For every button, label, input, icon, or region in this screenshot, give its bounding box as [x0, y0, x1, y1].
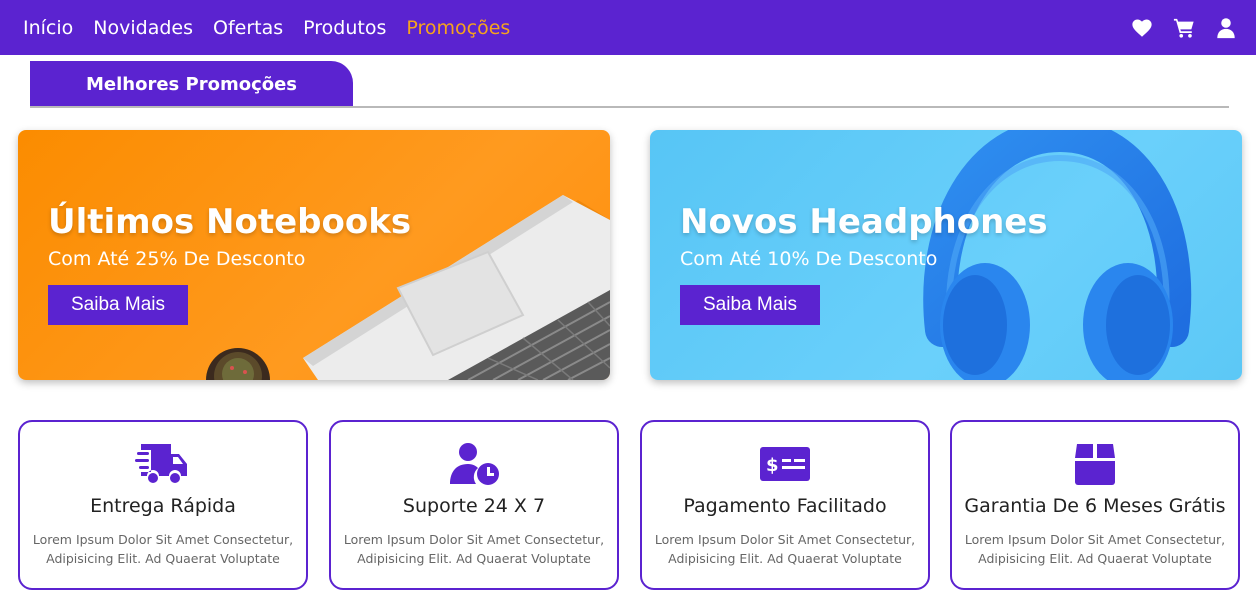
- section-divider: [30, 106, 1229, 108]
- payment-card-icon: $: [642, 442, 928, 486]
- cart-icon[interactable]: [1173, 17, 1195, 39]
- nav-link-promocoes[interactable]: Promoções: [406, 17, 510, 39]
- feature-card-entrega: Entrega Rápida Lorem Ipsum Dolor Sit Ame…: [18, 420, 308, 590]
- feature-description: Lorem Ipsum Dolor Sit Amet Consectetur, …: [32, 532, 294, 566]
- feature-title: Suporte 24 X 7: [402, 495, 546, 517]
- nav-link-produtos[interactable]: Produtos: [303, 17, 386, 39]
- feature-card-suporte: Suporte 24 X 7 Lorem Ipsum Dolor Sit Ame…: [329, 420, 619, 590]
- feature-title: Entrega Rápida: [90, 495, 236, 517]
- top-navbar: Início Novidades Ofertas Produtos Promoç…: [0, 0, 1256, 55]
- saiba-mais-button[interactable]: Saiba Mais: [680, 285, 820, 325]
- support-clock-icon: [331, 442, 617, 486]
- banner-subtitle: Com Até 25% De Desconto: [48, 248, 306, 270]
- promo-banner-notebooks: Últimos Notebooks Com Até 25% De Descont…: [18, 130, 610, 380]
- promo-banner-headphones: Novos Headphones Com Até 10% De Desconto…: [650, 130, 1242, 380]
- delivery-truck-icon: [20, 442, 306, 486]
- feature-card-garantia: Garantia De 6 Meses Grátis Lorem Ipsum D…: [950, 420, 1240, 590]
- feature-title: Garantia De 6 Meses Grátis: [964, 495, 1226, 517]
- heart-icon[interactable]: [1131, 17, 1153, 39]
- nav-link-inicio[interactable]: Início: [23, 17, 73, 39]
- feature-description: Lorem Ipsum Dolor Sit Amet Consectetur, …: [343, 532, 605, 566]
- user-icon[interactable]: [1215, 17, 1237, 39]
- feature-description: Lorem Ipsum Dolor Sit Amet Consectetur, …: [654, 532, 916, 566]
- nav-link-novidades[interactable]: Novidades: [93, 17, 193, 39]
- feature-title: Pagamento Facilitado: [683, 495, 887, 517]
- feature-card-pagamento: $ Pagamento Facilitado Lorem Ipsum Dolor…: [640, 420, 930, 590]
- section-title: Melhores Promoções: [85, 73, 298, 95]
- svg-text:$: $: [766, 455, 779, 476]
- nav-icons: [1131, 0, 1237, 55]
- banner-title: Últimos Notebooks: [48, 202, 412, 242]
- box-icon: [952, 442, 1238, 486]
- feature-description: Lorem Ipsum Dolor Sit Amet Consectetur, …: [964, 532, 1226, 566]
- banner-subtitle: Com Até 10% De Desconto: [680, 248, 938, 270]
- nav-link-ofertas[interactable]: Ofertas: [213, 17, 283, 39]
- nav-links: Início Novidades Ofertas Produtos Promoç…: [23, 0, 510, 55]
- section-title-tab: Melhores Promoções: [30, 61, 353, 107]
- banner-title: Novos Headphones: [680, 202, 1048, 242]
- saiba-mais-button[interactable]: Saiba Mais: [48, 285, 188, 325]
